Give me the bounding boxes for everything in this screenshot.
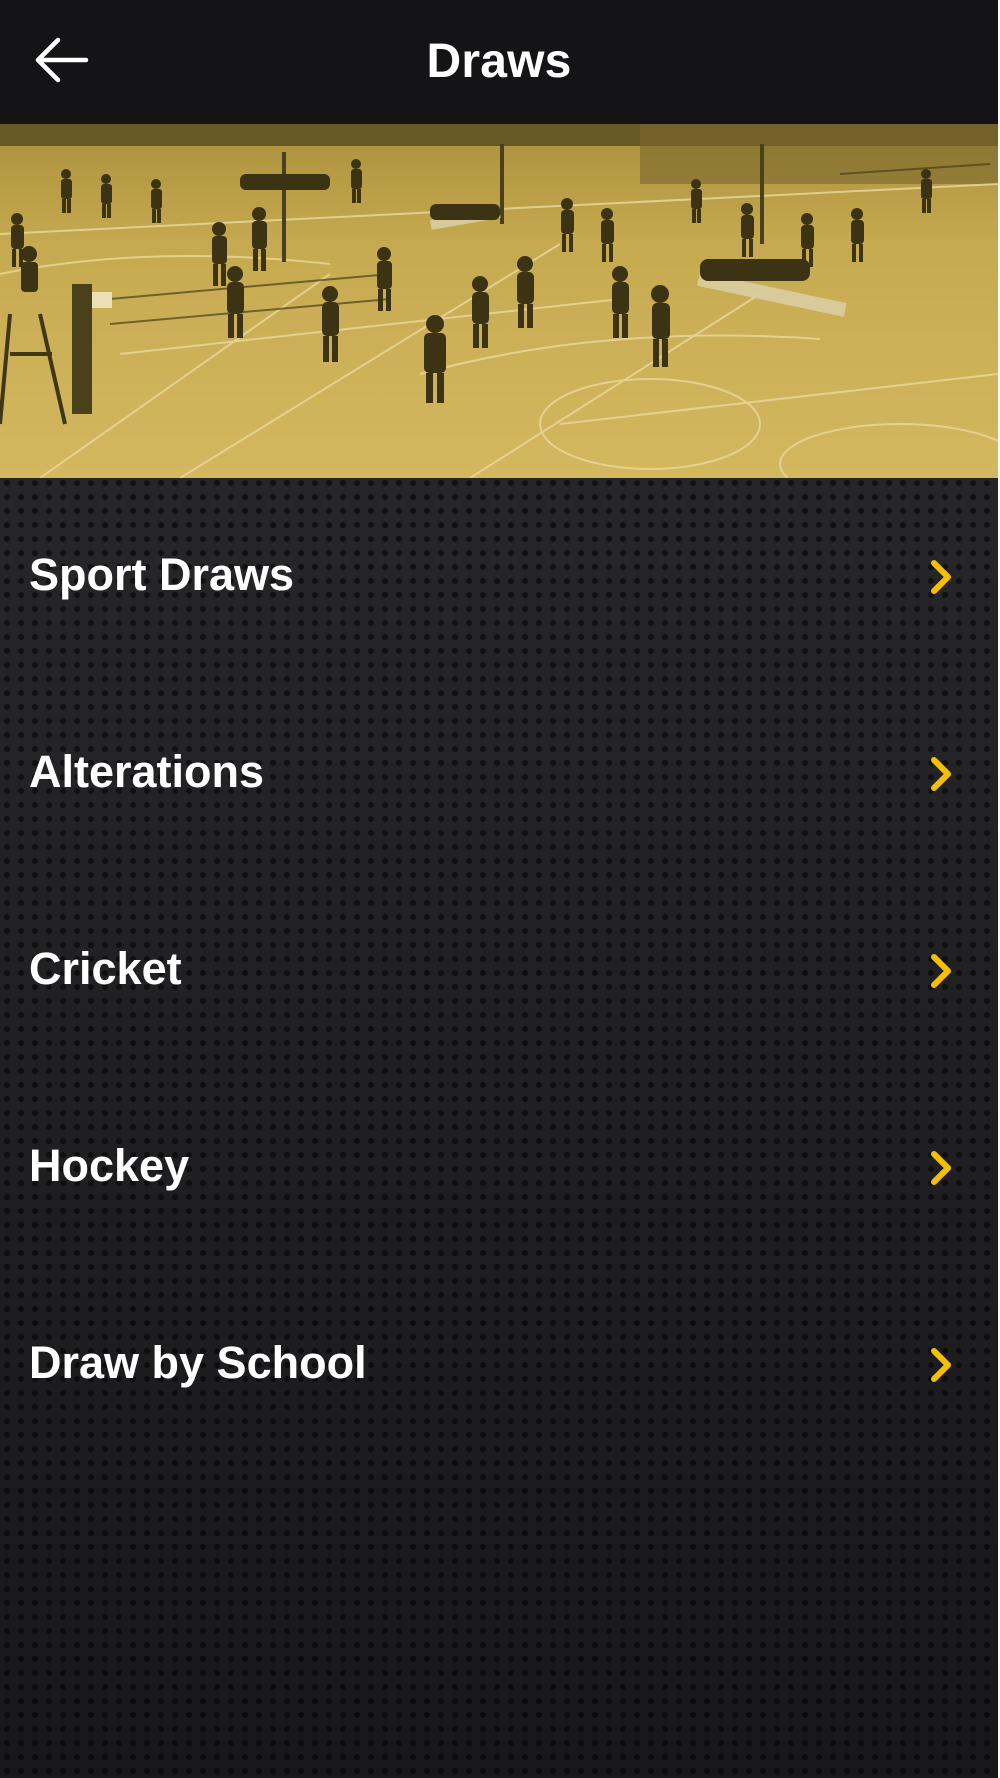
chevron-right-icon <box>928 1345 956 1385</box>
menu-item-sport-draws[interactable]: Sport Draws <box>0 478 998 675</box>
hero-image <box>0 124 998 478</box>
draws-menu: Sport Draws Alterations Cricket Hockey D… <box>0 478 998 1463</box>
menu-item-draw-by-school[interactable]: Draw by School <box>0 1266 998 1463</box>
menu-item-cricket[interactable]: Cricket <box>0 872 998 1069</box>
menu-item-label: Draw by School <box>29 1337 367 1388</box>
volleyball-hall-photo <box>0 124 998 478</box>
app-header: Draws <box>0 0 998 124</box>
menu-item-label: Sport Draws <box>29 549 295 600</box>
draws-screen: Draws Sport Draws Alterations Cricket Ho… <box>0 0 998 1778</box>
menu-item-label: Hockey <box>29 1140 190 1191</box>
chevron-right-icon <box>928 557 956 597</box>
chevron-right-icon <box>928 754 956 794</box>
menu-item-label: Cricket <box>29 943 182 994</box>
chevron-right-icon <box>928 1148 956 1188</box>
menu-item-hockey[interactable]: Hockey <box>0 1069 998 1266</box>
page-title: Draws <box>426 35 572 88</box>
menu-item-alterations[interactable]: Alterations <box>0 675 998 872</box>
chevron-right-icon <box>928 951 956 991</box>
menu-item-label: Alterations <box>29 746 265 797</box>
